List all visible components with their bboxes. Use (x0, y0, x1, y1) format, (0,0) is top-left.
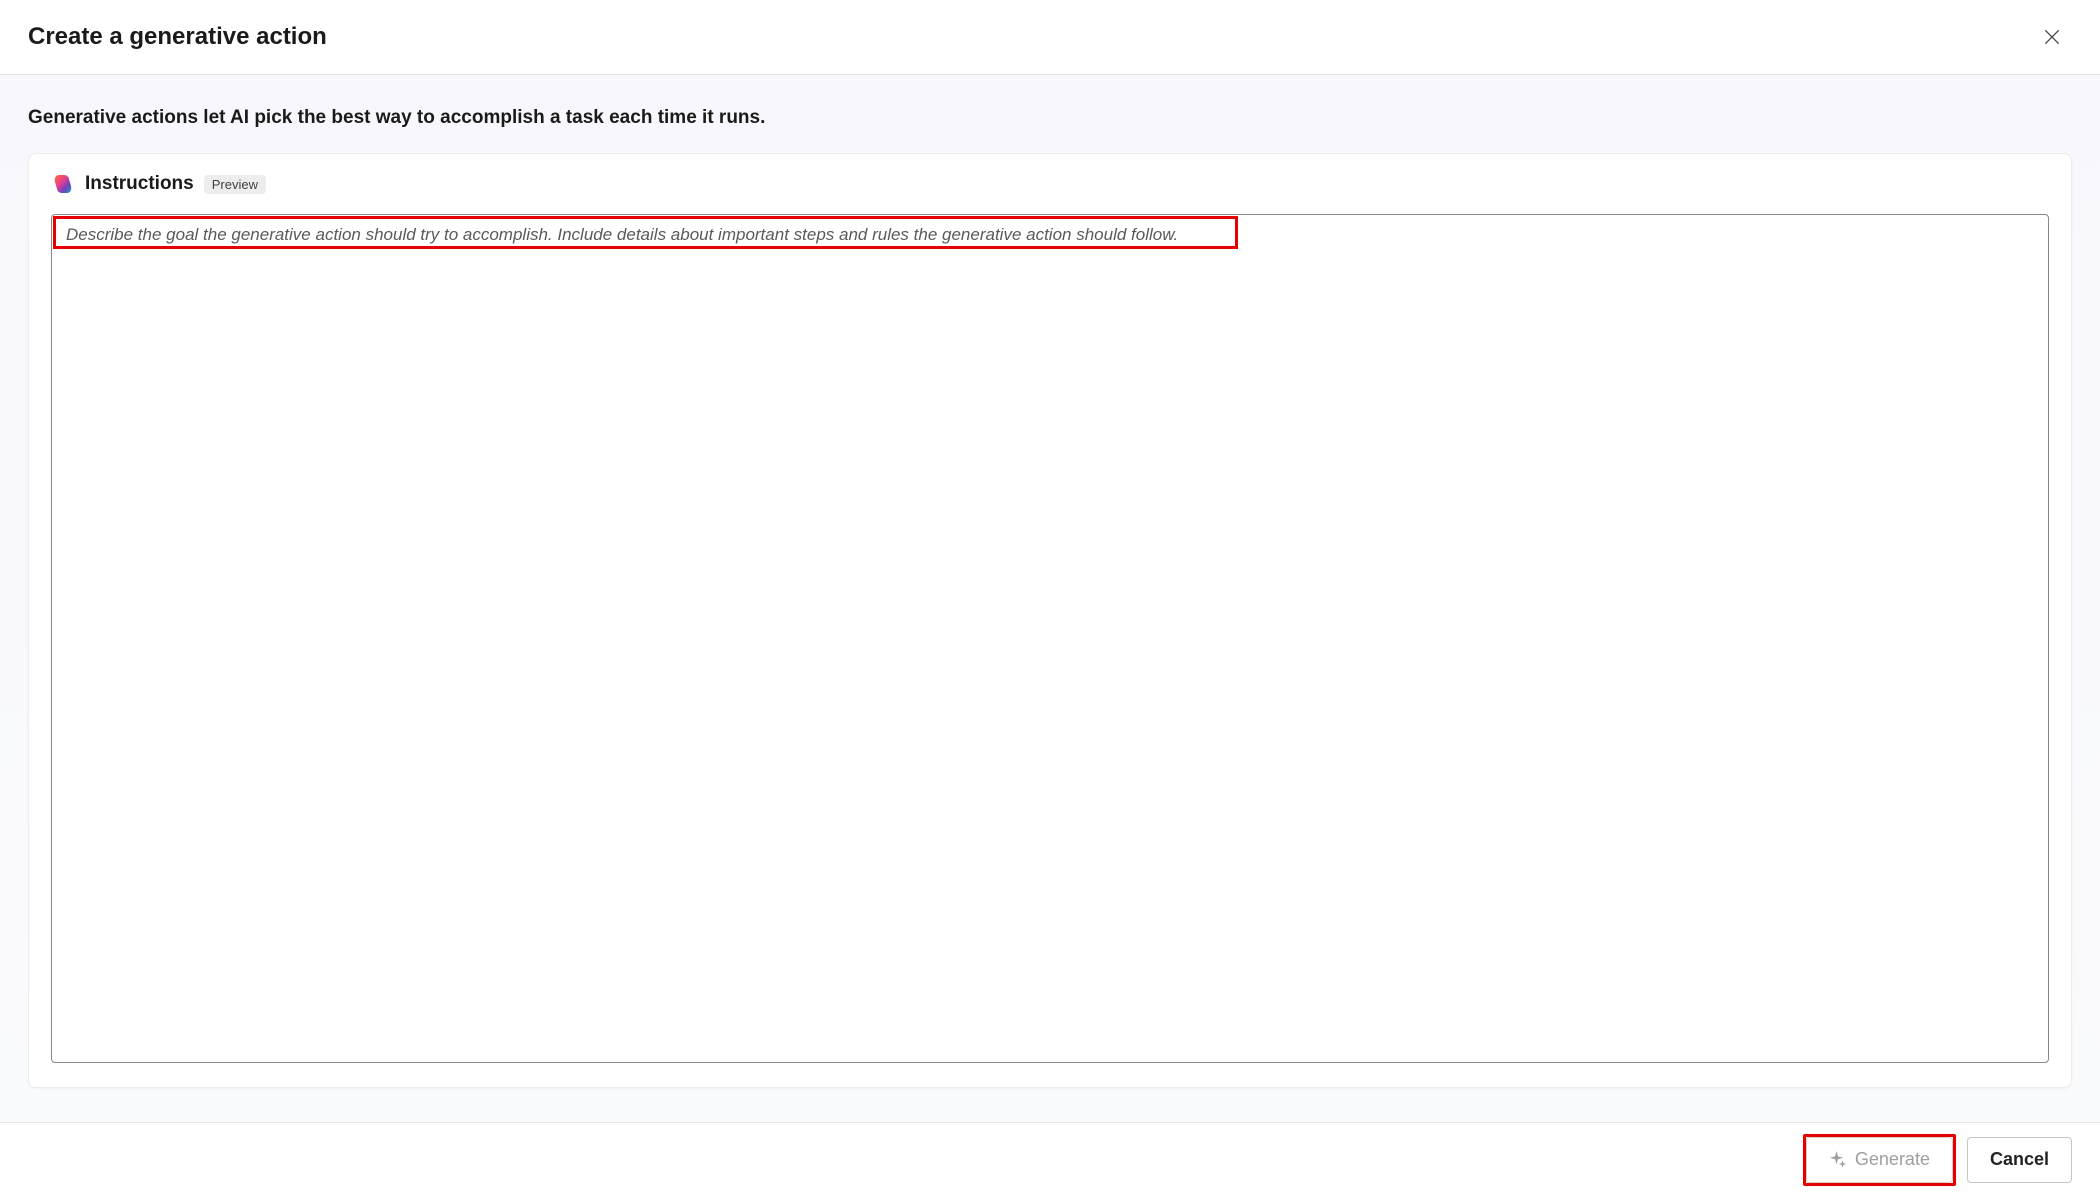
dialog-footer: Generate Cancel (0, 1122, 2100, 1196)
close-icon (2042, 27, 2062, 47)
instructions-textarea[interactable] (51, 214, 2049, 1063)
generate-button-label: Generate (1855, 1149, 1930, 1170)
cancel-button-label: Cancel (1990, 1149, 2049, 1170)
dialog-body: Generative actions let AI pick the best … (0, 75, 2100, 1122)
sparkle-icon (1829, 1151, 1847, 1169)
instructions-header: Instructions Preview (51, 172, 2049, 196)
dialog-title: Create a generative action (28, 23, 327, 51)
generate-button[interactable]: Generate (1806, 1137, 1953, 1183)
dialog-titlebar: Create a generative action (0, 0, 2100, 75)
instructions-card: Instructions Preview (28, 153, 2072, 1088)
copilot-icon (51, 172, 75, 196)
intro-text: Generative actions let AI pick the best … (28, 107, 2072, 129)
instructions-title: Instructions (85, 173, 194, 195)
preview-badge: Preview (204, 175, 266, 194)
close-button[interactable] (2032, 17, 2072, 57)
cancel-button[interactable]: Cancel (1967, 1137, 2072, 1183)
instructions-textarea-wrap (51, 214, 2049, 1063)
